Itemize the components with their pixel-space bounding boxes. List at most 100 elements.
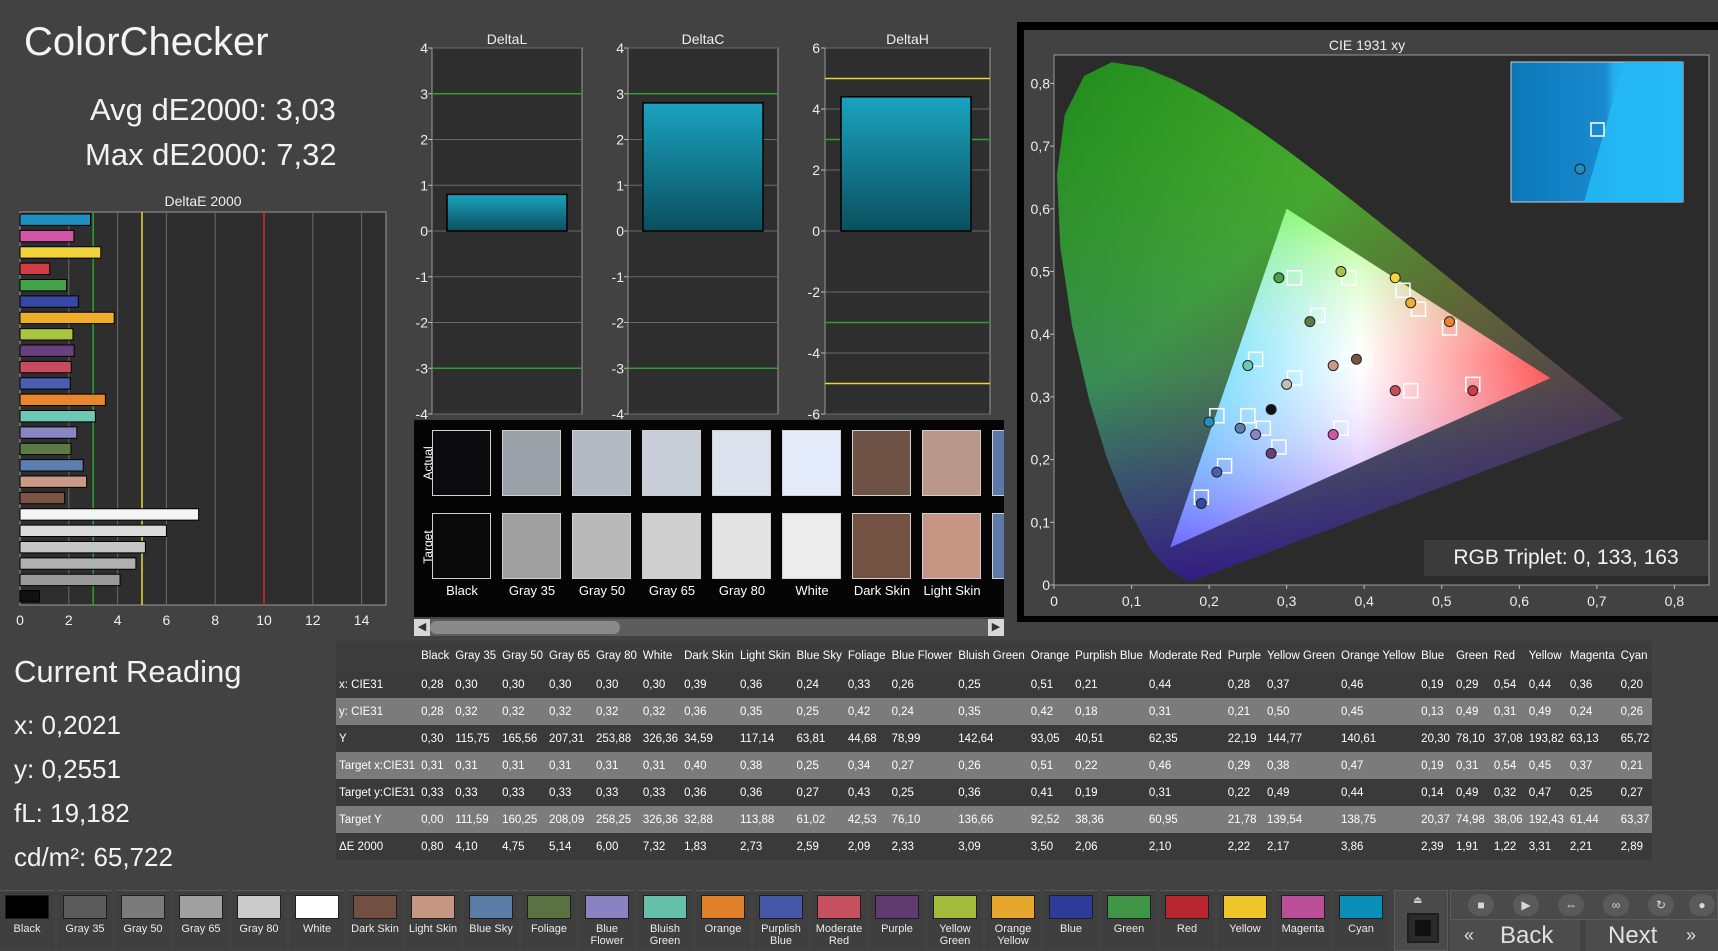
table-cell: 0,31 (452, 752, 500, 779)
patch-tile[interactable]: Red (1160, 890, 1214, 949)
patch-tile[interactable]: Blue Sky (464, 890, 518, 949)
table-cell: 0,14 (1418, 779, 1453, 806)
inset-actual-marker (1574, 163, 1586, 175)
table-cell: 115,75 (452, 725, 500, 752)
table-cell: 0,30 (639, 671, 682, 698)
patch-tile[interactable]: Gray 65 (174, 890, 228, 949)
deltae-tick-label: 10 (256, 612, 272, 628)
deltae-bar (19, 246, 102, 259)
table-cell: 0,25 (793, 752, 845, 779)
table-cell: 207,31 (546, 725, 593, 752)
patch-chip (179, 895, 223, 919)
patch-tile[interactable]: Blue (1044, 890, 1098, 949)
record-icon[interactable] (1407, 913, 1439, 943)
patch-tile[interactable]: Moderate Red (812, 890, 866, 949)
table-cell: 0,25 (1566, 779, 1618, 806)
table-header-cell (336, 641, 419, 671)
table-cell: 3,50 (1027, 833, 1073, 860)
record-dot-icon[interactable]: ● (1689, 894, 1715, 916)
table-cell: Target Y (336, 806, 419, 833)
patch-tile[interactable]: Purplish Blue (754, 890, 808, 949)
table-cell: 0,37 (1566, 752, 1618, 779)
patch-tile[interactable]: Purple (870, 890, 924, 949)
patch-tile[interactable]: Green (1102, 890, 1156, 949)
patch-tile[interactable]: Yellow Green (928, 890, 982, 949)
y-tick-label: -1 (612, 269, 625, 285)
table-cell: 0,21 (1072, 671, 1146, 698)
table-cell: 0,18 (1072, 698, 1146, 725)
table-cell: 0,21 (1617, 752, 1653, 779)
deltae-tick-label: 14 (354, 612, 370, 628)
table-header-cell: Cyan (1617, 641, 1653, 671)
patch-tile[interactable]: Orange (696, 890, 750, 949)
deltal-chart: 43210-1-2-3-4DeltaL (416, 31, 583, 422)
patch-tile[interactable]: Black (0, 890, 54, 949)
chart-title: DeltaC (682, 31, 725, 47)
swatch-scroll-thumb[interactable] (430, 621, 620, 634)
y-tick-label: 2 (812, 162, 820, 178)
patch-label: Gray 80 (239, 923, 279, 935)
patch-tile[interactable]: White (290, 890, 344, 949)
target-swatch (432, 513, 491, 579)
deltae-tick-label: 4 (114, 612, 122, 628)
table-cell: y: CIE31 (336, 698, 419, 725)
back-button[interactable]: « Back (1450, 920, 1580, 951)
patch-tile[interactable]: Bluish Green (638, 890, 692, 949)
table-header-cell: Gray 35 (452, 641, 500, 671)
table-cell: 1,83 (681, 833, 737, 860)
y-tick-label: 1 (616, 177, 624, 193)
table-cell: 139,54 (1264, 806, 1338, 833)
patch-tile[interactable]: Dark Skin (348, 890, 402, 949)
patch-tile[interactable]: Light Skin (406, 890, 460, 949)
table-cell: 0,27 (888, 752, 956, 779)
patch-label: Blue Sky (469, 923, 513, 935)
patch-label: Magenta (1281, 923, 1325, 935)
loop-icon[interactable]: ∞ (1603, 894, 1629, 916)
table-cell: 2,17 (1264, 833, 1338, 860)
refresh-icon[interactable]: ↻ (1648, 894, 1674, 916)
stop-icon[interactable]: ■ (1468, 894, 1494, 916)
measurement-table: Black Gray 35 Gray 50 Gray 65 Gray 80 White Da… (336, 641, 1653, 860)
actual-marker (1273, 272, 1285, 284)
capture-control[interactable]: ⏏ (1394, 890, 1448, 951)
deltae-bar (19, 541, 146, 554)
scroll-left-icon[interactable]: ◀ (414, 619, 430, 636)
play-icon[interactable]: ▶ (1513, 894, 1539, 916)
patch-tile[interactable]: Magenta (1276, 890, 1330, 949)
patch-tile[interactable]: Gray 50 (116, 890, 170, 949)
table-cell: 0,30 (418, 725, 453, 752)
patch-tile[interactable]: Cyan (1334, 890, 1388, 949)
table-cell: 0,36 (1566, 671, 1618, 698)
patch-tile[interactable]: Gray 80 (232, 890, 286, 949)
patch-tile[interactable]: Gray 35 (58, 890, 112, 949)
table-cell: 0,39 (681, 671, 737, 698)
patch-tile[interactable]: Orange Yellow (986, 890, 1040, 949)
table-cell: 0,36 (955, 779, 1028, 806)
scroll-right-icon[interactable]: ▶ (988, 619, 1004, 636)
y-tick-label: 2 (420, 132, 428, 148)
table-cell: 142,64 (955, 725, 1028, 752)
fit-icon[interactable]: ⇔ (1558, 894, 1584, 916)
cie-x-tick-label: 0 (1050, 593, 1058, 609)
patch-tile[interactable]: Foliage (522, 890, 576, 949)
y-tick-label: -2 (808, 284, 821, 300)
table-cell: 0,33 (452, 779, 500, 806)
patch-chip (1223, 895, 1267, 919)
table-cell: 5,14 (546, 833, 593, 860)
table-cell: 0,24 (888, 698, 956, 725)
next-button[interactable]: Next » (1586, 920, 1718, 951)
table-cell: 0,00 (418, 806, 453, 833)
patch-tile[interactable]: Yellow (1218, 890, 1272, 949)
table-cell: 0,35 (736, 698, 794, 725)
patch-label: Blue (1059, 923, 1083, 935)
deltae-bar (19, 573, 121, 587)
deltae-bar (19, 459, 84, 472)
cie-x-tick-label: 0,2 (1199, 593, 1219, 609)
y-tick-label: 6 (812, 40, 820, 56)
patch-label: Blue Flower (590, 923, 624, 947)
patch-tile[interactable]: Blue Flower (580, 890, 634, 949)
next-button-label: Next (1608, 922, 1658, 949)
y-tick-label: 3 (420, 86, 428, 102)
cie-x-tick-label: 0,7 (1587, 593, 1607, 609)
cie-y-tick-label: 0,3 (1031, 389, 1051, 405)
